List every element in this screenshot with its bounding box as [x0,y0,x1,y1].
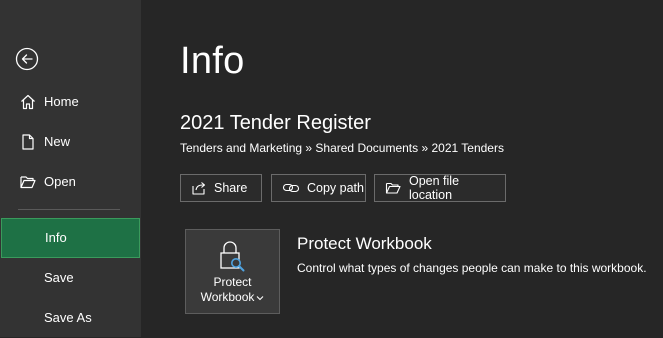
lock-search-icon [220,241,245,272]
document-name: 2021 Tender Register [180,112,371,134]
copy-path-button[interactable]: Copy path [271,174,366,202]
copy-path-label: Copy path [307,181,364,195]
page-title: Info [180,40,245,82]
back-button[interactable] [14,46,40,72]
breadcrumb: Tenders and Marketing » Shared Documents… [180,141,504,155]
home-icon [21,94,35,110]
sidebar-item-label: Info [45,230,67,245]
open-file-location-label: Open file location [409,174,460,202]
backstage-sidebar: Home New Open Info Save Save As [0,0,141,337]
sidebar-item-label: New [44,134,71,149]
folder-icon [385,182,401,194]
back-arrow-icon [15,47,39,71]
protect-tile-label: Protect Workbook [186,275,279,305]
share-label: Share [214,181,248,195]
sidebar-item-save-as[interactable]: Save As [0,298,141,338]
sidebar-item-label: Save As [44,310,92,325]
sidebar-item-label: Home [44,94,79,109]
sidebar-item-label: Open [44,174,76,189]
link-icon [282,183,300,193]
share-button[interactable]: Share [180,174,262,202]
sidebar-item-new[interactable]: New [0,122,141,162]
sidebar-item-label: Save [44,270,74,285]
sidebar-item-save[interactable]: Save [0,258,141,298]
open-folder-icon [20,176,36,189]
protect-tile-label-line1: Protect [213,275,252,289]
new-document-icon [22,134,34,150]
info-pane: Info 2021 Tender Register Tenders and Ma… [141,0,663,337]
open-file-location-button[interactable]: Open file location [374,174,506,202]
share-icon [192,182,206,195]
sidebar-item-open[interactable]: Open [0,162,141,202]
sidebar-item-home[interactable]: Home [0,82,141,122]
sidebar-item-info[interactable]: Info [1,218,140,258]
protect-tile-label-line2: Workbook [186,290,279,305]
chevron-down-icon [257,296,264,301]
protect-workbook-heading: Protect Workbook [297,234,432,253]
protect-workbook-description: Control what types of changes people can… [297,261,647,275]
protect-workbook-button[interactable]: Protect Workbook [185,229,280,314]
sidebar-divider [18,209,120,210]
